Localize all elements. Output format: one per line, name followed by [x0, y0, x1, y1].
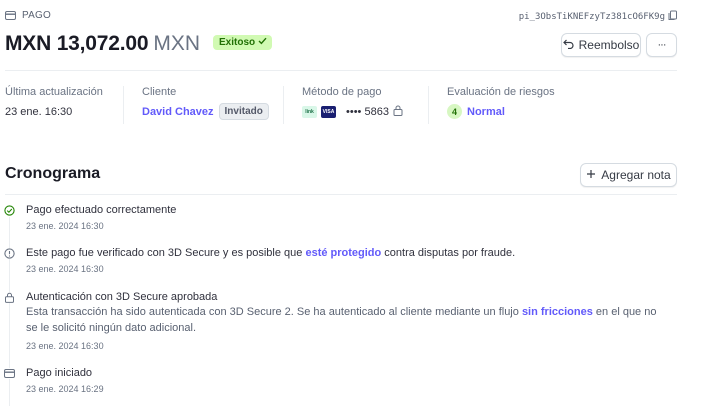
timeline-divider — [5, 194, 677, 195]
payment-amount: MXN 13,072.00 — [5, 32, 149, 55]
customer-name-link[interactable]: David Chavez — [142, 106, 214, 118]
summary-last-update: Última actualización 23 ene. 16:30 — [5, 86, 103, 118]
plus-icon — [586, 168, 596, 182]
timeline-event-time: 23 ene. 2024 16:29 — [26, 384, 104, 394]
timeline-event-title: Este pago fue verificado con 3D Secure y… — [26, 246, 515, 261]
timeline-event-time: 23 ene. 2024 16:30 — [26, 221, 104, 231]
summary-separator — [123, 86, 124, 124]
copy-icon[interactable] — [668, 10, 678, 24]
summary-customer: Cliente David Chavez Invitado — [142, 86, 269, 120]
customer-label: Cliente — [142, 86, 177, 98]
card-last4: •••• 5863 — [346, 106, 389, 118]
summary-separator — [428, 86, 429, 124]
timeline-event-title: Autenticación con 3D Secure aprobada — [26, 291, 218, 303]
refund-button-label: Reembolso — [578, 38, 640, 52]
add-note-label: Agregar nota — [601, 168, 671, 182]
risk-level-link[interactable]: Normal — [467, 106, 505, 118]
last-update-label: Última actualización — [5, 86, 103, 98]
more-icon: ··· — [657, 39, 667, 51]
timeline-event-title: Pago efectuado correctamente — [26, 204, 177, 216]
last-update-value: 23 ene. 16:30 — [5, 106, 73, 118]
summary-separator — [283, 86, 284, 124]
lock-icon — [393, 105, 403, 119]
check-icon — [258, 37, 267, 48]
more-actions-button[interactable]: ··· — [646, 33, 677, 57]
info-icon — [4, 248, 15, 259]
guest-badge: Invitado — [218, 103, 269, 120]
status-badge-text: Exitoso — [219, 36, 256, 48]
risk-label: Evaluación de riesgos — [447, 86, 555, 98]
object-type-text: PAGO — [22, 10, 51, 21]
page-title: MXN 13,072.00 MXN Exitoso — [5, 32, 273, 56]
success-check-icon — [4, 205, 15, 216]
timeline-title: Cronograma — [5, 165, 101, 182]
payment-id-text: pi_3ObsTiKNEFzyTz381cO6FK9g — [518, 12, 665, 22]
card-icon — [4, 368, 15, 379]
timeline-event-title: Pago iniciado — [26, 367, 93, 379]
summary-risk: Evaluación de riesgos 4 Normal — [447, 86, 555, 119]
payment-id[interactable]: pi_3ObsTiKNEFzyTz381cO6FK9g — [519, 10, 678, 24]
refund-button[interactable]: Reembolso — [561, 33, 641, 57]
timeline-event-description: Esta transacción ha sido autenticada con… — [26, 305, 666, 336]
frictionless-link[interactable]: sin fricciones — [522, 306, 593, 318]
lock-icon — [4, 292, 15, 303]
risk-score-badge: 4 — [447, 104, 462, 119]
link-logo-icon: link — [302, 106, 317, 118]
payment-method-label: Método de pago — [302, 86, 382, 98]
payment-currency: MXN — [153, 32, 200, 55]
summary-payment-method: Método de pago link VISA •••• 5863 — [302, 86, 403, 119]
timeline-event-time: 23 ene. 2024 16:30 — [26, 264, 104, 274]
status-badge: Exitoso — [213, 34, 273, 50]
event-text: Esta transacción ha sido autenticada con… — [26, 306, 522, 318]
header-divider — [5, 70, 677, 71]
visa-logo-icon: VISA — [321, 106, 336, 118]
protected-link[interactable]: esté protegido — [305, 247, 381, 259]
add-note-button[interactable]: Agregar nota — [580, 163, 677, 187]
event-text: contra disputas por fraude. — [381, 247, 516, 259]
event-text: Este pago fue verificado con 3D Secure y… — [26, 247, 306, 259]
undo-icon — [562, 38, 574, 52]
object-type-label: PAGO — [5, 10, 51, 21]
card-icon — [5, 11, 16, 20]
timeline-event-time: 23 ene. 2024 16:30 — [26, 341, 104, 351]
